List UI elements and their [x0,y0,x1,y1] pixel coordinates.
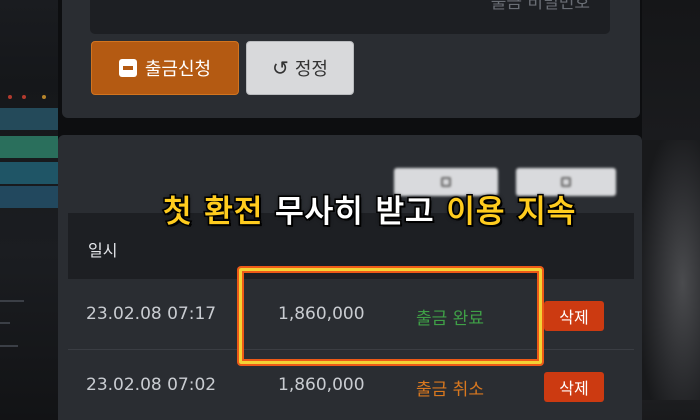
row-status: 출금 취소 [416,380,484,400]
undo-icon: ↺ [272,56,289,80]
delete-button[interactable]: 삭제 [544,372,604,402]
withdraw-password-placeholder: 출금 비밀번호 [490,0,590,13]
row-date: 23.02.08 07:17 [86,304,217,324]
background-left [0,0,58,420]
background-right [642,0,700,420]
correct-label: 정정 [294,59,328,80]
caption-part2: 무사히 받고 [274,193,435,232]
row-date: 23.02.08 07:02 [86,375,217,395]
minus-icon [118,59,137,77]
correct-button[interactable]: ↺ 정정 [246,41,354,95]
withdraw-form-panel: 출금 비밀번호 출금신청 ↺ 정정 [62,0,640,118]
delete-label: 삭제 [559,308,589,327]
caption-part3: 이용 지속 [445,193,577,232]
caption-part1: 첫 환전 [161,193,264,232]
withdraw-request-label: 출금신청 [144,59,212,80]
column-header-date: 일시 [88,241,118,260]
delete-button[interactable]: 삭제 [544,301,604,331]
row-amount: 1,860,000 [278,375,365,395]
withdraw-password-input[interactable]: 출금 비밀번호 [90,0,610,34]
withdraw-request-button[interactable]: 출금신청 [91,41,239,95]
delete-label: 삭제 [559,379,589,398]
highlight-box [239,268,542,364]
caption-overlay: 첫 환전 무사히 받고 이용 지속 [161,186,577,232]
